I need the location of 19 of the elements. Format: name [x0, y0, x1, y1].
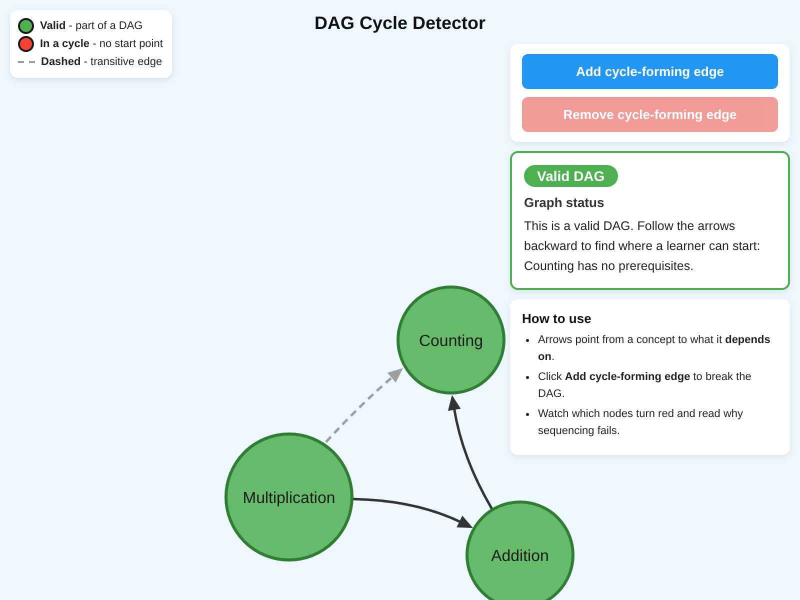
legend-text: Valid - part of a DAG — [40, 20, 143, 32]
dashed-line-icon — [18, 61, 35, 63]
help-item: Click Add cycle-forming edge to break the DAG. — [538, 370, 752, 402]
legend-text: In a cycle - no start point — [40, 38, 163, 50]
node-label: Counting — [418, 333, 484, 350]
legend-text: Dashed - transitive edge — [41, 56, 162, 68]
status-badge: Valid DAG — [524, 165, 618, 187]
add-edge-button[interactable]: Add cycle-forming edge — [522, 54, 778, 89]
help-item: Watch which nodes turn red and read why sequencing fails. — [538, 407, 744, 439]
bullet-icon — [526, 376, 529, 379]
bullet-icon — [526, 339, 529, 342]
node-label: Multiplication — [242, 490, 336, 507]
bullet-icon — [526, 413, 529, 416]
help-title: How to use — [522, 310, 592, 328]
help-item: Arrows point from a concept to what it depends on. — [538, 333, 772, 365]
page-title: DAG Cycle Detector — [314, 12, 486, 34]
status-message: This is a valid DAG. Follow the arrows backward to find where a learner can start: Counting has no prerequisites. — [524, 218, 762, 275]
status-heading: Graph status — [524, 194, 606, 212]
node-label: Addition — [491, 548, 549, 565]
